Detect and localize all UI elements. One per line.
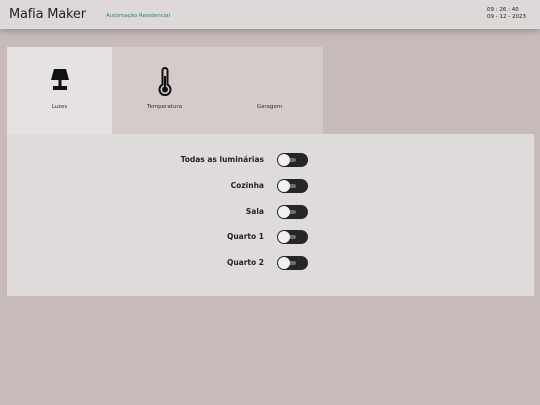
light-label: Quarto 1 — [226, 232, 264, 241]
toggle-knob — [278, 154, 290, 166]
light-label: Quarto 2 — [226, 258, 264, 267]
light-row-sala: Sala — [7, 205, 534, 219]
toggle-track — [289, 184, 296, 188]
toggle-quarto-2[interactable] — [277, 256, 308, 270]
lamp-icon — [50, 69, 69, 90]
light-row-quarto-1: Quarto 1 — [7, 230, 534, 244]
toggle-knob — [278, 257, 290, 269]
toggle-knob — [278, 231, 290, 243]
toggle-track — [289, 235, 296, 239]
lights-panel: Todas as luminárias Cozinha Sala Quarto … — [7, 134, 534, 296]
thermometer-icon — [158, 67, 171, 97]
tab-label: Luzes — [51, 104, 68, 110]
toggle-knob — [278, 180, 290, 192]
toggle-quarto-1[interactable] — [277, 230, 308, 244]
light-label: Cozinha — [230, 181, 264, 190]
light-label: Sala — [245, 207, 264, 216]
toggle-track — [289, 261, 296, 265]
toggle-cozinha[interactable] — [277, 179, 308, 193]
brand-title: Mafia Maker — [9, 7, 86, 22]
light-row-todas: Todas as luminárias — [7, 153, 534, 167]
light-row-quarto-2: Quarto 2 — [7, 256, 534, 270]
toggle-knob — [278, 206, 290, 218]
app-header: Mafia Maker Automação Residencial 09 : 2… — [0, 0, 540, 29]
tab-label: Temperatura — [147, 104, 182, 110]
toggle-track — [289, 158, 296, 162]
toggle-todas[interactable] — [277, 153, 308, 167]
tab-bar: Luzes Temperatura Garagem — [7, 47, 323, 134]
tab-luzes[interactable]: Luzes — [7, 47, 112, 134]
brand-subtitle: Automação Residencial — [106, 13, 171, 19]
clock-date: 09 - 12 - 2023 — [487, 14, 526, 20]
clock: 09 : 26 : 40 09 - 12 - 2023 — [487, 7, 526, 21]
clock-time: 09 : 26 : 40 — [487, 7, 519, 13]
light-label: Todas as luminárias — [180, 155, 264, 164]
tab-temperatura[interactable]: Temperatura — [112, 47, 217, 134]
toggle-sala[interactable] — [277, 205, 308, 219]
tab-label: Garagem — [256, 104, 283, 110]
tab-garagem[interactable]: Garagem — [217, 47, 322, 134]
toggle-track — [289, 210, 296, 214]
light-row-cozinha: Cozinha — [7, 179, 534, 193]
